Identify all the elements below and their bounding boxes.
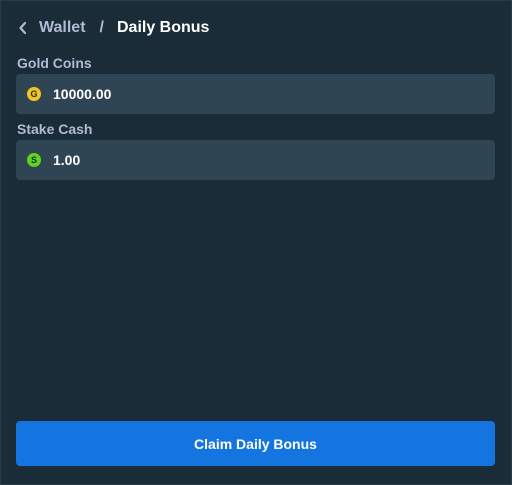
- claim-daily-bonus-button[interactable]: Claim Daily Bonus: [16, 421, 495, 466]
- gold-coins-label: Gold Coins: [17, 55, 92, 71]
- daily-bonus-panel: Wallet / Daily Bonus Gold Coins G 10000.…: [0, 0, 512, 485]
- breadcrumb: Wallet / Daily Bonus: [17, 15, 209, 41]
- stake-cash-label: Stake Cash: [17, 121, 93, 137]
- page-title: Daily Bonus: [116, 19, 210, 36]
- gold-coins-field[interactable]: G 10000.00: [16, 74, 495, 114]
- stake-cash-field[interactable]: S 1.00: [16, 140, 495, 180]
- stake-cash-value: 1.00: [53, 152, 81, 168]
- breadcrumb-wallet-link[interactable]: Wallet: [39, 19, 86, 37]
- gold-coin-icon: G: [27, 87, 41, 101]
- breadcrumb-separator: /: [99, 19, 104, 36]
- gold-coins-value: 10000.00: [53, 86, 112, 102]
- chevron-left-icon[interactable]: [17, 21, 29, 35]
- stake-cash-icon: S: [27, 153, 41, 167]
